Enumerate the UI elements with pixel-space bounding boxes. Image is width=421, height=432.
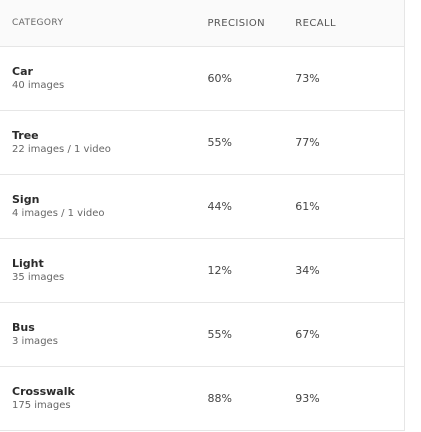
category-count: 35 images xyxy=(12,272,65,283)
category-name: Tree xyxy=(12,129,39,142)
category-count: 22 images / 1 video xyxy=(12,144,111,155)
category-name: Car xyxy=(12,65,33,78)
header-recall[interactable]: RECALL xyxy=(295,18,404,29)
category-name: Crosswalk xyxy=(12,385,75,398)
precision-value: 44% xyxy=(207,200,232,213)
table-row[interactable]: Car 40 images 60% 73% xyxy=(0,47,404,111)
category-count: 175 images xyxy=(12,400,71,411)
category-count: 3 images xyxy=(12,336,58,347)
table-row[interactable]: Tree 22 images / 1 video 55% 77% xyxy=(0,111,404,175)
category-cell: Crosswalk 175 images xyxy=(0,385,208,412)
precision-value: 60% xyxy=(207,72,232,85)
table-row[interactable]: Sign 4 images / 1 video 44% 61% xyxy=(0,175,404,239)
category-name: Light xyxy=(12,257,44,270)
category-count: 40 images xyxy=(12,80,65,91)
recall-value: 93% xyxy=(295,392,320,405)
recall-value: 77% xyxy=(295,136,320,149)
table-row[interactable]: Bus 3 images 55% 67% xyxy=(0,303,404,367)
category-cell: Sign 4 images / 1 video xyxy=(0,193,208,220)
header-precision[interactable]: PRECISION xyxy=(208,18,296,29)
recall-value: 73% xyxy=(295,72,320,85)
category-cell: Tree 22 images / 1 video xyxy=(0,129,208,156)
category-cell: Light 35 images xyxy=(0,257,208,284)
precision-value: 12% xyxy=(207,264,232,277)
recall-value: 34% xyxy=(295,264,320,277)
category-name: Bus xyxy=(12,321,35,334)
table-row[interactable]: Crosswalk 175 images 88% 93% xyxy=(0,367,404,431)
table-row[interactable]: Light 35 images 12% 34% xyxy=(0,239,404,303)
category-count: 4 images / 1 video xyxy=(12,208,105,219)
category-cell: Bus 3 images xyxy=(0,321,208,348)
category-name: Sign xyxy=(12,193,40,206)
metrics-table: CATEGORY PRECISION RECALL Car 40 images … xyxy=(0,0,405,431)
table-header: CATEGORY PRECISION RECALL xyxy=(0,0,404,47)
precision-value: 88% xyxy=(207,392,232,405)
precision-value: 55% xyxy=(207,136,232,149)
category-cell: Car 40 images xyxy=(0,65,208,92)
recall-value: 61% xyxy=(295,200,320,213)
recall-value: 67% xyxy=(295,328,320,341)
precision-value: 55% xyxy=(207,328,232,341)
header-category[interactable]: CATEGORY xyxy=(0,18,208,28)
